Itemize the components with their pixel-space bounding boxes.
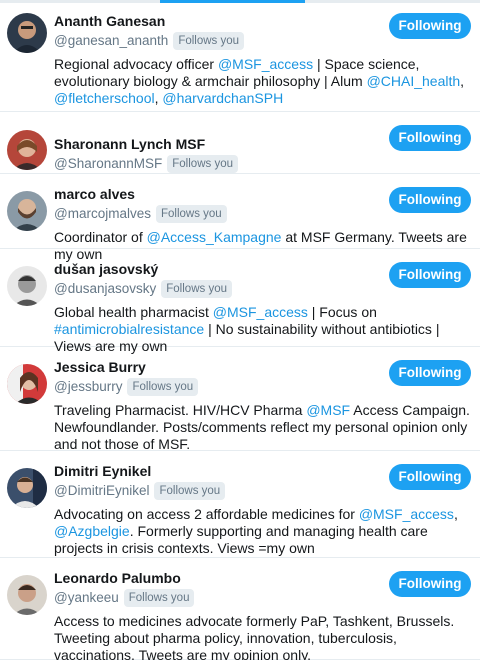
mention-link[interactable]: @MSF <box>306 402 350 418</box>
user-card-dimitri-eynikel[interactable]: Dimitri Eynikel @DimitriEynikel Follows … <box>0 451 480 558</box>
bio-text: | Focus on <box>307 304 377 320</box>
user-card-leonardo-palumbo[interactable]: Leonardo Palumbo @yankeeu Follows you Ac… <box>0 558 480 660</box>
user-card-sharonann-lynch[interactable]: Sharonann Lynch MSF @SharonannMSF Follow… <box>0 112 480 174</box>
user-handle[interactable]: @SharonannMSF <box>54 155 162 173</box>
avatar[interactable] <box>7 468 47 508</box>
follows-you-badge: Follows you <box>167 155 238 173</box>
bio-text: , <box>460 73 465 89</box>
bio-text: Access to medicines advocate formerly Pa… <box>54 613 455 660</box>
mention-link[interactable]: @MSF_access <box>218 56 313 72</box>
mention-link[interactable]: @Access_Kampagne <box>147 229 282 245</box>
mention-link[interactable]: @Azgbelgie <box>54 523 130 539</box>
avatar[interactable] <box>7 130 47 170</box>
user-handle[interactable]: @marcojmalves <box>54 205 151 223</box>
mention-link[interactable]: @MSF_access <box>213 304 308 320</box>
follows-you-badge: Follows you <box>161 280 232 298</box>
user-card-ananth-ganesan[interactable]: Ananth Ganesan @ganesan_ananth Follows y… <box>0 0 480 112</box>
user-handle[interactable]: @jessburry <box>54 378 122 396</box>
user-bio: Regional advocacy officer @MSF_access | … <box>54 56 474 107</box>
follows-you-badge: Follows you <box>127 378 199 396</box>
user-handle[interactable]: @ganesan_ananth <box>54 32 168 50</box>
follows-you-badge: Follows you <box>155 205 227 223</box>
following-button[interactable]: Following <box>389 571 471 597</box>
avatar[interactable] <box>7 13 47 53</box>
following-button[interactable]: Following <box>389 125 471 151</box>
user-handle[interactable]: @dusanjasovsky <box>54 280 156 298</box>
follows-you-badge: Follows you <box>173 32 245 50</box>
user-handle[interactable]: @yankeeu <box>54 589 119 607</box>
user-bio: Access to medicines advocate formerly Pa… <box>54 613 474 660</box>
mention-link[interactable]: @CHAI_health <box>367 73 461 89</box>
user-card-marco-alves[interactable]: marco alves @marcojmalves Follows you Co… <box>0 174 480 262</box>
follows-you-badge: Follows you <box>154 482 226 500</box>
bio-text: Regional advocacy officer <box>54 56 218 72</box>
bio-text: Advocating on access 2 affordable medici… <box>54 506 359 522</box>
following-button[interactable]: Following <box>389 464 471 490</box>
bio-text: Coordinator of <box>54 229 147 245</box>
avatar[interactable] <box>7 266 47 306</box>
avatar[interactable] <box>7 364 47 404</box>
avatar[interactable] <box>7 575 47 615</box>
mention-link[interactable]: @MSF_access <box>359 506 454 522</box>
follows-you-badge: Follows you <box>123 589 195 607</box>
avatar[interactable] <box>7 191 47 231</box>
user-card-dusan-jasovsky[interactable]: dušan jasovský @dusanjasovsky Follows yo… <box>0 249 480 354</box>
mention-link[interactable]: @fletcherschool <box>54 90 155 106</box>
bio-text: Global health pharmacist <box>54 304 213 320</box>
following-button[interactable]: Following <box>389 13 471 39</box>
user-bio: Advocating on access 2 affordable medici… <box>54 506 474 557</box>
following-button[interactable]: Following <box>389 360 471 386</box>
user-bio: Traveling Pharmacist. HIV/HCV Pharma @MS… <box>54 402 474 453</box>
user-card-jessica-burry[interactable]: Jessica Burry @jessburry Follows you Tra… <box>0 347 480 453</box>
following-list: Ananth Ganesan @ganesan_ananth Follows y… <box>0 0 480 660</box>
hashtag-link[interactable]: #antimicrobialresistance <box>54 321 204 337</box>
bio-text: , <box>453 506 458 522</box>
mention-link[interactable]: @harvardchanSPH <box>162 90 283 106</box>
following-button[interactable]: Following <box>389 262 471 288</box>
bio-text: Traveling Pharmacist. HIV/HCV Pharma <box>54 402 307 418</box>
user-handle[interactable]: @DimitriEynikel <box>54 482 149 500</box>
following-button[interactable]: Following <box>389 187 471 213</box>
